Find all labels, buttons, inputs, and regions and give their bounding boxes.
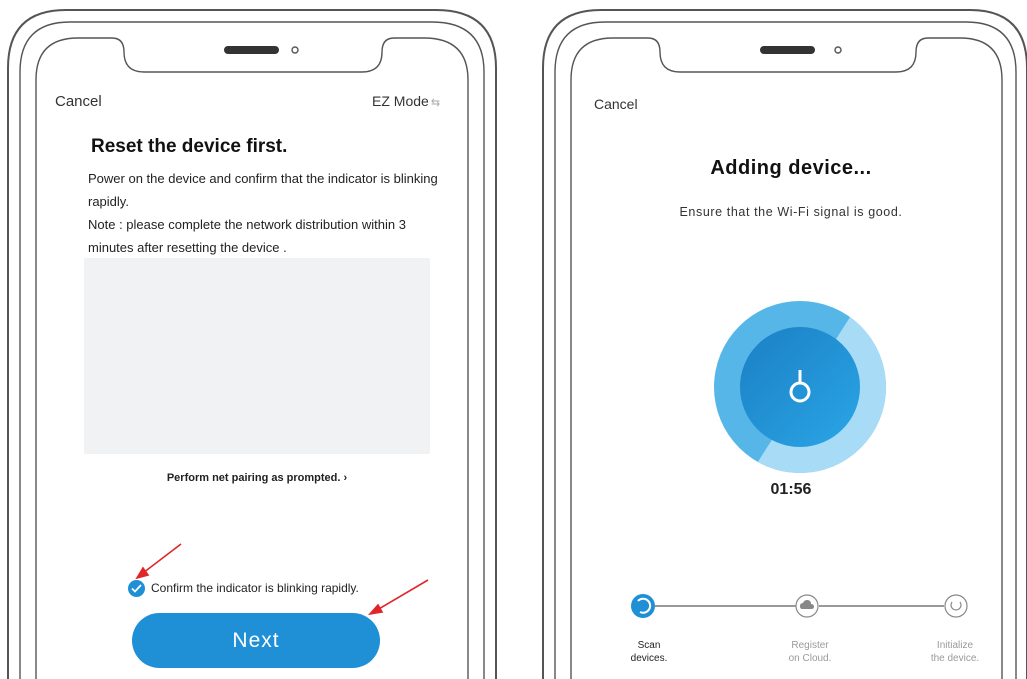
step-label-scan: Scan devices.	[604, 639, 694, 665]
left-speaker-icon	[224, 46, 279, 54]
ez-mode-label: EZ Mode	[372, 93, 429, 109]
step-label-register: Register on Cloud.	[765, 639, 855, 665]
next-button[interactable]: Next	[132, 613, 380, 668]
step-label-line: on Cloud.	[788, 653, 832, 664]
annotation-arrow-next	[367, 579, 429, 616]
step-label-line: Scan	[637, 640, 661, 651]
step-init-icon	[944, 594, 968, 618]
page-title: Reset the device first.	[91, 136, 288, 157]
step-label-line: Initialize	[936, 640, 974, 651]
step-label-line: the device.	[930, 653, 980, 664]
net-pairing-link-label: Perform net pairing as prompted.	[166, 472, 341, 484]
adding-progress-circle	[714, 301, 886, 473]
right-speaker-icon	[760, 46, 815, 54]
wifi-hint: Ensure that the Wi-Fi signal is good.	[679, 205, 903, 219]
confirm-label[interactable]: Confirm the indicator is blinking rapidl…	[151, 581, 359, 595]
pairing-stepper	[631, 594, 968, 618]
step-label-line: devices.	[630, 653, 668, 664]
cancel-button-right[interactable]: Cancel	[594, 96, 638, 112]
swap-icon: ⇆	[430, 97, 441, 109]
confirm-checkbox[interactable]	[128, 580, 145, 597]
instruction-text: Power on the device and confirm that the…	[88, 167, 438, 259]
adding-title: Adding device...	[710, 157, 872, 179]
check-icon	[131, 584, 142, 593]
note-line: Note : please complete the network distr…	[88, 217, 406, 255]
annotation-arrow-checkbox	[135, 543, 182, 580]
left-camera-icon	[291, 46, 299, 54]
right-camera-icon	[834, 46, 842, 54]
ez-mode-switch[interactable]: EZ Mode ⇆	[372, 93, 440, 109]
chevron-right-icon: ›	[340, 472, 348, 484]
step-label-line: Register	[791, 640, 829, 651]
illustration-panel	[84, 258, 430, 454]
step-label-initialize: Initialize the device.	[910, 639, 1000, 665]
cancel-button[interactable]: Cancel	[55, 93, 102, 110]
step-scan-icon	[631, 594, 655, 618]
instruction-line: Power on the device and confirm that the…	[88, 171, 438, 209]
countdown-timer: 01:56	[770, 481, 812, 498]
net-pairing-link[interactable]: Perform net pairing as prompted. ›	[84, 472, 430, 484]
